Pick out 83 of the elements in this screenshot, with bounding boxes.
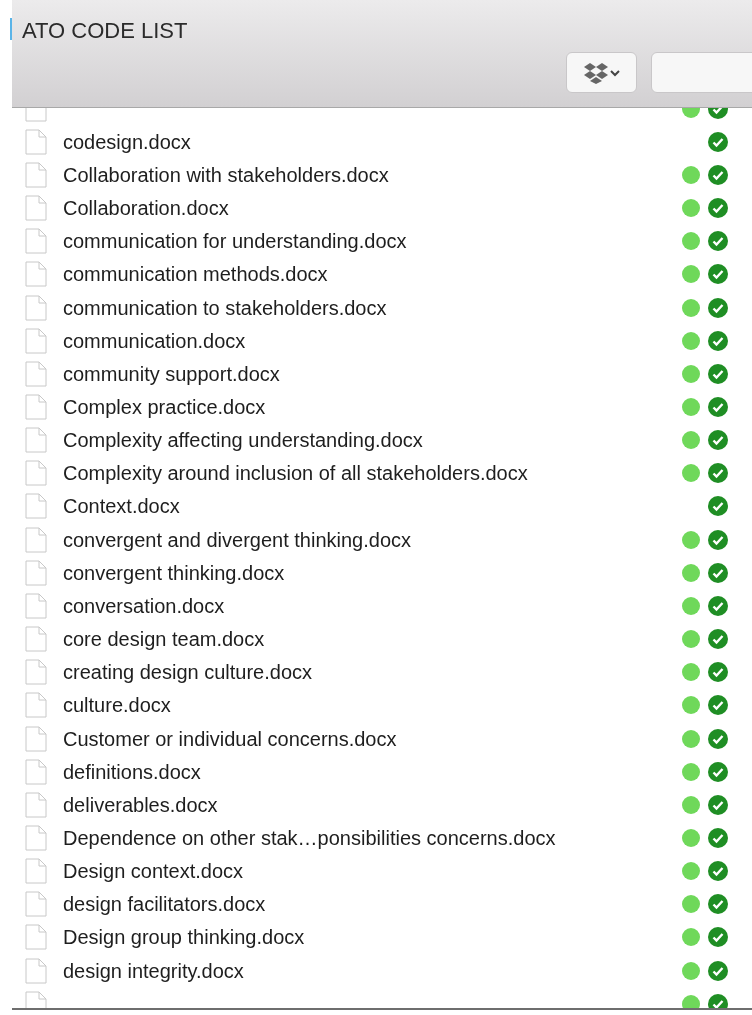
document-icon [25,692,47,719]
check-icon [708,894,728,915]
document-icon [25,427,47,454]
file-name[interactable]: codesign.docx [63,126,191,157]
document-icon [25,957,47,984]
file-name[interactable]: Collaboration with stakeholders.docx [63,159,389,190]
document-icon [25,626,47,653]
check-icon [708,662,728,683]
file-name[interactable]: Complexity affecting understanding.docx [63,425,423,456]
box-drop-icon [583,61,620,84]
check-icon [708,960,728,981]
file-name[interactable]: Context.docx [63,491,180,522]
file-name[interactable]: deliverables.docx [63,789,218,820]
check-icon [708,595,728,616]
document-icon [25,526,47,553]
check-icon [708,463,728,484]
document-icon [25,161,47,188]
check-icon [708,131,728,152]
file-name[interactable]: communication for understanding.docx [63,226,407,257]
document-icon [25,592,47,619]
document-icon [25,758,47,785]
document-icon [25,559,47,586]
check-icon [708,330,728,351]
file-name[interactable]: convergent thinking.docx [63,557,285,588]
document-icon [25,360,47,387]
file-name[interactable]: Design group thinking.docx [63,922,305,953]
file-name[interactable]: Dependence on other stak…ponsibilities concerns.docx [63,823,556,853]
document-icon [25,725,47,752]
file-name[interactable]: core design team.docx [63,624,265,655]
check-icon [708,496,728,517]
file-name[interactable]: Design context.docx [63,856,244,887]
document-icon [25,195,47,222]
document-icon [25,394,47,420]
file-name[interactable]: creating design culture.docx [63,657,313,688]
document-icon [25,858,47,885]
document-icon [25,294,47,321]
document-icon [25,891,47,918]
check-icon [708,562,728,583]
check-icon [708,761,728,782]
check-icon [708,430,728,451]
check-icon [708,198,728,219]
dropbox-menu-button[interactable] [566,52,637,93]
document-icon [25,228,47,255]
check-icon [708,231,728,252]
check-icon [708,828,728,848]
check-icon [708,861,728,882]
check-icon [708,363,728,384]
check-icon [708,297,728,318]
document-icon [25,128,47,155]
file-name[interactable]: community support.docx [63,358,280,389]
document-icon [25,825,47,851]
check-icon [708,993,728,1008]
check-icon [708,794,728,815]
document-icon [25,493,47,520]
file-name[interactable]: conversation.docx [63,590,225,621]
check-icon [708,927,728,948]
file-name[interactable]: Collaboration.docx [63,193,229,224]
file-name[interactable]: design integrity.docx [63,955,244,986]
document-icon [25,659,47,686]
file-name[interactable]: design facilitators.docx [63,889,266,920]
window-title: ATO CODE LIST [22,17,188,45]
file-name[interactable]: Complexity around inclusion of all stakeholders.docx [63,458,528,489]
check-icon [708,164,728,185]
check-icon [708,264,728,285]
search-field[interactable] [651,52,752,93]
file-name[interactable]: Complex practice.docx [63,392,266,422]
file-name[interactable]: Customer or individual concerns.docx [63,723,397,754]
file-name[interactable]: culture.docx [63,690,171,721]
document-icon [25,791,47,818]
check-icon [708,397,728,417]
check-icon [708,529,728,550]
document-icon [25,924,47,951]
check-icon [708,728,728,749]
check-icon [708,695,728,716]
file-name[interactable]: communication methods.docx [63,259,328,290]
check-icon [708,629,728,650]
file-name[interactable]: communication.docx [63,325,246,356]
file-name[interactable]: convergent and divergent thinking.docx [63,524,411,555]
file-name[interactable]: communication to stakeholders.docx [63,292,387,323]
document-icon [25,327,47,354]
file-name[interactable]: definitions.docx [63,756,201,787]
document-icon [25,460,47,487]
document-icon [25,261,47,288]
